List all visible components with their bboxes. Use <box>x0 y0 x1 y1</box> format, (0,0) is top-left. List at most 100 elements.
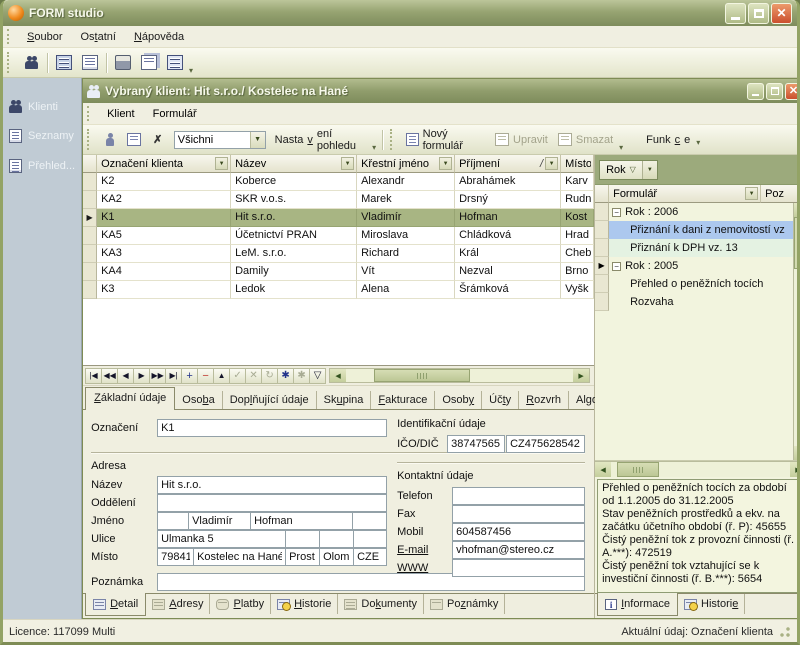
tree-horizontal-scrollbar[interactable]: ◀ ▶ <box>595 461 800 477</box>
nav-bookmark-goto-button[interactable]: ✱ <box>293 368 310 384</box>
menu-item-ostatni[interactable]: Ostatní <box>71 28 124 46</box>
client-maximize-button[interactable] <box>766 83 783 100</box>
client-close-button[interactable]: ✕ <box>785 83 800 100</box>
sidebar-item-seznamy[interactable]: Seznamy <box>3 121 81 151</box>
dropdown-arrow-icon[interactable]: ▼ <box>250 132 265 148</box>
telefon-input[interactable] <box>452 487 585 505</box>
grid-row[interactable]: KA4DamilyVítNezvalBrno <box>83 263 594 281</box>
grid-row[interactable]: KA5Účetnictví PRANMiroslavaChládkováHrad <box>83 227 594 245</box>
filter-dropdown-icon[interactable]: ▼ <box>545 157 558 170</box>
tab-rozvrh[interactable]: Rozvrh <box>519 391 569 410</box>
tab-historie-right[interactable]: Historie <box>678 594 745 614</box>
sidebar-item-prehled[interactable]: Přehled... <box>3 151 81 181</box>
scroll-right-icon[interactable]: ▶ <box>573 369 589 382</box>
sidebar-item-klienti[interactable]: Klienti <box>3 92 81 121</box>
tree-group-row-current[interactable]: ▶−Rok : 2005 <box>595 257 800 275</box>
nav-bookmark-button[interactable]: ✱ <box>277 368 294 384</box>
scrollbar-thumb[interactable] <box>617 462 659 477</box>
prijmeni-input[interactable] <box>250 512 353 530</box>
filter-combobox[interactable]: Všichni ▼ <box>174 131 266 149</box>
scroll-left-icon[interactable]: ◀ <box>330 369 346 382</box>
stat-input[interactable] <box>353 548 387 566</box>
filter-dropdown-icon[interactable]: ▼ <box>745 187 758 200</box>
menu-item-napoveda[interactable]: Nápověda <box>125 28 193 46</box>
tab-doplnujici-udaje[interactable]: Doplňující údaje <box>223 391 317 410</box>
column-header-misto[interactable]: Místo <box>561 155 594 173</box>
dic-input[interactable] <box>506 435 585 453</box>
tab-ucty[interactable]: Účty <box>482 391 519 410</box>
scroll-right-icon[interactable]: ▶ <box>790 462 800 477</box>
nav-prior-button[interactable]: ◀ <box>117 368 134 384</box>
delete-button[interactable]: Smazat <box>553 130 618 149</box>
toolbar-overflow-button[interactable]: ▾ <box>189 66 193 75</box>
tab-historie[interactable]: Historie <box>271 594 338 614</box>
oznaceni-input[interactable] <box>157 419 387 437</box>
client-delete-button[interactable]: ✗ <box>147 129 169 151</box>
grid-row[interactable]: K3LedokAlenaŠrámkováVyšk <box>83 281 594 299</box>
column-header-nazev[interactable]: Název▼ <box>231 155 357 173</box>
psc-input[interactable] <box>157 548 194 566</box>
client-minimize-button[interactable] <box>747 83 764 100</box>
minimize-button[interactable] <box>725 3 746 24</box>
grid-row-selected[interactable]: ▶K1Hit s.r.o.VladimírHofmanKost <box>83 209 594 227</box>
misto-input[interactable] <box>193 548 286 566</box>
tab-dokumenty[interactable]: Dokumenty <box>338 594 424 614</box>
ulice-4-input[interactable] <box>353 530 387 548</box>
column-header-oznaceni-klienta[interactable]: Označení klienta▼ <box>97 155 231 173</box>
filter-dropdown-icon[interactable]: ▼ <box>215 157 228 170</box>
collapse-icon[interactable]: − <box>612 208 621 217</box>
filter-dropdown-icon[interactable]: ▼ <box>439 157 452 170</box>
jmeno-input[interactable] <box>188 512 251 530</box>
filter-funnel-button[interactable]: ▽ <box>309 368 326 384</box>
tree-item[interactable]: Přiznání k DPH vz. 13 <box>595 239 800 257</box>
titul-za-input[interactable] <box>352 512 387 530</box>
ulice-3-input[interactable] <box>319 530 354 548</box>
scrollbar-thumb[interactable] <box>794 217 800 269</box>
fax-input[interactable] <box>452 505 585 523</box>
nav-refresh-button[interactable]: ↻ <box>261 368 278 384</box>
www-input[interactable] <box>452 559 585 577</box>
tab-skupina[interactable]: Skupina <box>317 391 372 410</box>
tab-osoba[interactable]: Osoba <box>175 391 222 410</box>
grid-row[interactable]: KA2SKR v.o.s.MarekDrsnýRudn <box>83 191 594 209</box>
collapse-icon[interactable]: − <box>612 262 621 271</box>
print-toolbar-button[interactable] <box>111 52 135 74</box>
nav-first-button[interactable]: |◀ <box>85 368 102 384</box>
tab-zakladni-udaje[interactable]: Základní údaje <box>85 387 175 410</box>
grid-row[interactable]: K2KoberceAlexandrAbrahámekKarv <box>83 173 594 191</box>
tab-osoby[interactable]: Osoby <box>435 391 482 410</box>
tree-item-selected[interactable]: Přiznání k dani z nemovitostí vz <box>595 221 800 239</box>
tab-detail[interactable]: Detail <box>85 593 146 616</box>
tree-item[interactable]: Rozvaha <box>595 293 800 311</box>
client-card-button[interactable] <box>123 129 145 151</box>
nav-next-page-button[interactable]: ▶▶ <box>149 368 166 384</box>
dropdown-arrow-icon[interactable]: ▼ <box>642 161 657 179</box>
ico-input[interactable] <box>447 435 505 453</box>
tab-fakturace[interactable]: Fakturace <box>371 391 435 410</box>
maximize-button[interactable] <box>748 3 769 24</box>
ulice-input[interactable] <box>157 530 286 548</box>
grid-row[interactable]: KA3LeM. s.r.o.RichardKrálCheb <box>83 245 594 263</box>
clients-toolbar-button[interactable] <box>19 52 43 74</box>
email-link-label[interactable]: E-mail <box>397 544 428 556</box>
scroll-up-icon[interactable]: ▲ <box>794 203 800 217</box>
column-header-formular[interactable]: Formulář▼ <box>609 185 761 203</box>
scroll-left-icon[interactable]: ◀ <box>595 462 611 477</box>
edit-button[interactable]: Upravit <box>490 130 553 149</box>
view-settings-button[interactable]: Nastavení pohledu <box>270 125 372 155</box>
column-header-prijmeni[interactable]: Příjmení/▼ <box>455 155 561 173</box>
scrollbar-thumb[interactable] <box>374 369 470 382</box>
tree-item[interactable]: Přehled o peněžních tocích <box>595 275 800 293</box>
menu-item-soubor[interactable]: Soubor <box>18 28 71 46</box>
toolbar-grip[interactable] <box>7 29 14 44</box>
okres-input[interactable] <box>285 548 320 566</box>
nav-next-button[interactable]: ▶ <box>133 368 150 384</box>
nav-prior-page-button[interactable]: ◀◀ <box>101 368 118 384</box>
column-header-krestni-jmeno[interactable]: Křestní jméno▼ <box>357 155 455 173</box>
tab-informace[interactable]: iInformace <box>597 593 678 616</box>
nav-last-button[interactable]: ▶| <box>165 368 182 384</box>
email-input[interactable] <box>452 541 585 559</box>
client-add-button[interactable] <box>99 129 121 151</box>
toolbar-grip[interactable] <box>7 52 14 72</box>
overview-toolbar-button[interactable] <box>163 52 187 74</box>
